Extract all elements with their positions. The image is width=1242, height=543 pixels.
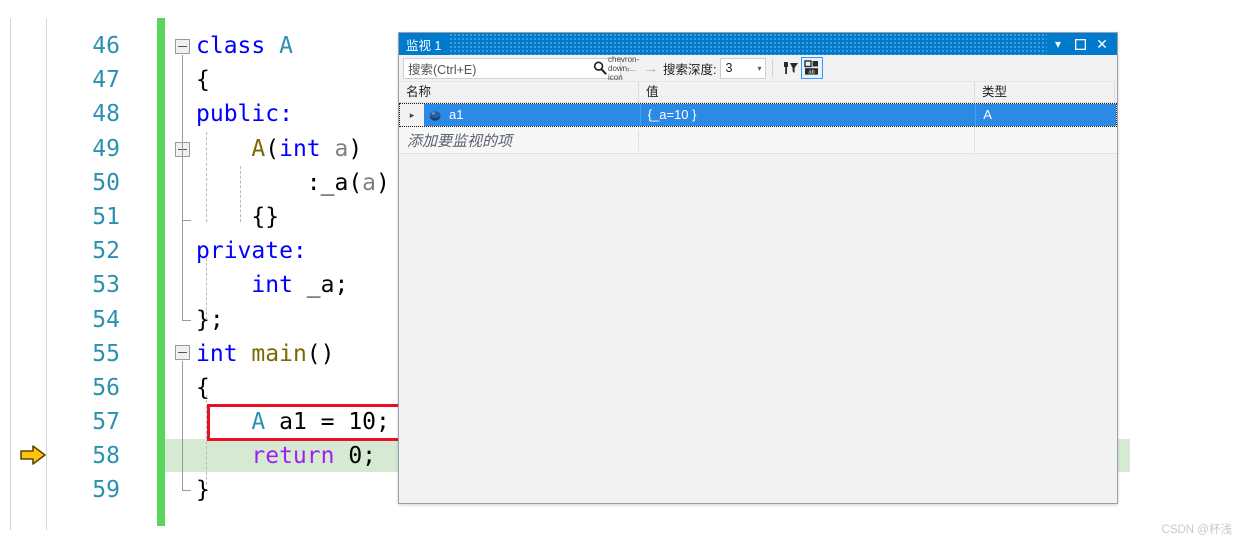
column-header-name[interactable]: 名称 (399, 82, 639, 102)
search-depth-input[interactable]: 3 ▾ (720, 57, 767, 79)
cell-variable-type[interactable]: A (975, 104, 1117, 126)
titlebar-drag-handle[interactable] (449, 33, 1047, 55)
watch-toolbar[interactable]: 搜索(Ctrl+E) chevron-down-icon ← → 搜索深度: 3… (399, 55, 1117, 82)
variable-name-text: a1 (448, 107, 464, 122)
pin-filter-icon[interactable] (779, 57, 801, 79)
magnifier-icon[interactable] (592, 60, 608, 76)
line-number: 56 (92, 374, 120, 401)
indent-guide-2 (206, 258, 207, 320)
collapse-box-class[interactable] (175, 39, 190, 54)
svg-text:ab: ab (809, 70, 815, 76)
indent-guide-4 (240, 166, 241, 222)
line-number: 57 (92, 409, 120, 436)
line-number: 59 (92, 477, 120, 504)
search-options-chevron-down-icon[interactable]: chevron-down-icon (608, 55, 639, 82)
code-text: }; (196, 306, 224, 333)
code-text: public: (196, 101, 293, 128)
cell-variable-value[interactable]: {_a=10 } (639, 104, 976, 126)
code-text: int _a; (251, 272, 349, 299)
search-placeholder: 搜索(Ctrl+E) (408, 62, 477, 77)
watch-window-titlebar[interactable]: 监视 1 ▾ ✕ (399, 33, 1117, 55)
hexadecimal-display-icon[interactable]: ab (801, 57, 824, 79)
code-text: } (196, 477, 210, 504)
code-text: private: (196, 238, 307, 265)
window-dropdown-icon[interactable]: ▾ (1047, 33, 1069, 55)
code-text: class A (196, 33, 293, 59)
line-number: 51 (92, 203, 120, 230)
row-expander-triangle-icon[interactable]: ▸ (400, 104, 424, 126)
search-depth-chevron-down-icon[interactable]: ▾ (757, 64, 765, 73)
watch-variable-grid[interactable]: 名称 值 类型 ▸ a1 {_a=10 } A 添加要监视的项 (399, 82, 1117, 503)
line-number: 58 (92, 443, 120, 470)
search-previous-arrow-left-icon[interactable]: ← (621, 60, 641, 77)
object-variable-icon (428, 108, 443, 123)
code-text: { (196, 374, 210, 401)
table-row[interactable]: ▸ a1 {_a=10 } A (399, 103, 1117, 127)
line-number: 53 (92, 272, 120, 299)
collapse-box-main[interactable] (175, 345, 190, 360)
code-text: A(int a) (251, 135, 363, 162)
line-number: 48 (92, 101, 120, 128)
line-number: 55 (92, 340, 120, 367)
window-maximize-icon[interactable] (1069, 33, 1091, 55)
add-watch-item-row[interactable]: 添加要监视的项 (399, 127, 1117, 154)
line-number: 50 (92, 169, 120, 196)
line-number: 46 (92, 33, 120, 59)
line-number: 47 (92, 67, 120, 94)
grid-body[interactable]: ▸ a1 {_a=10 } A 添加要监视的项 (399, 103, 1117, 154)
cell-variable-name[interactable]: a1 (423, 104, 640, 126)
toolbar-separator (772, 59, 774, 77)
code-text: return 0; (251, 443, 377, 470)
outline-guide-constructor (182, 158, 191, 221)
add-watch-placeholder[interactable]: 添加要监视的项 (399, 129, 639, 151)
column-header-value[interactable]: 值 (639, 82, 975, 102)
grid-header-row: 名称 值 类型 (399, 82, 1117, 103)
code-text: int main() (196, 340, 335, 367)
outline-guide-main (182, 361, 191, 491)
highlight-annotation-box (207, 404, 403, 441)
add-watch-value-cell[interactable] (639, 127, 975, 153)
watch-window-title: 监视 1 (406, 38, 442, 53)
indent-guide-1 (206, 132, 207, 222)
watch-window[interactable]: 监视 1 ▾ ✕ 搜索(Ctrl+E) chevron-down-icon ← … (398, 32, 1118, 504)
code-text: {} (196, 203, 280, 230)
watermark: CSDN @杯浅 (1161, 524, 1232, 536)
column-header-type[interactable]: 类型 (975, 82, 1115, 102)
code-text: :_a(a) (196, 169, 390, 196)
line-number: 49 (92, 135, 120, 162)
add-watch-type-cell[interactable] (975, 127, 1116, 153)
search-depth-value: 3 (725, 61, 733, 75)
search-input[interactable]: 搜索(Ctrl+E) chevron-down-icon (403, 55, 639, 82)
code-text: { (196, 67, 210, 94)
line-number: 52 (92, 238, 120, 265)
search-depth-label: 搜索深度: (663, 62, 717, 77)
window-close-icon[interactable]: ✕ (1091, 33, 1117, 55)
search-next-arrow-right-icon[interactable]: → (641, 60, 661, 77)
line-number: 54 (92, 306, 120, 333)
